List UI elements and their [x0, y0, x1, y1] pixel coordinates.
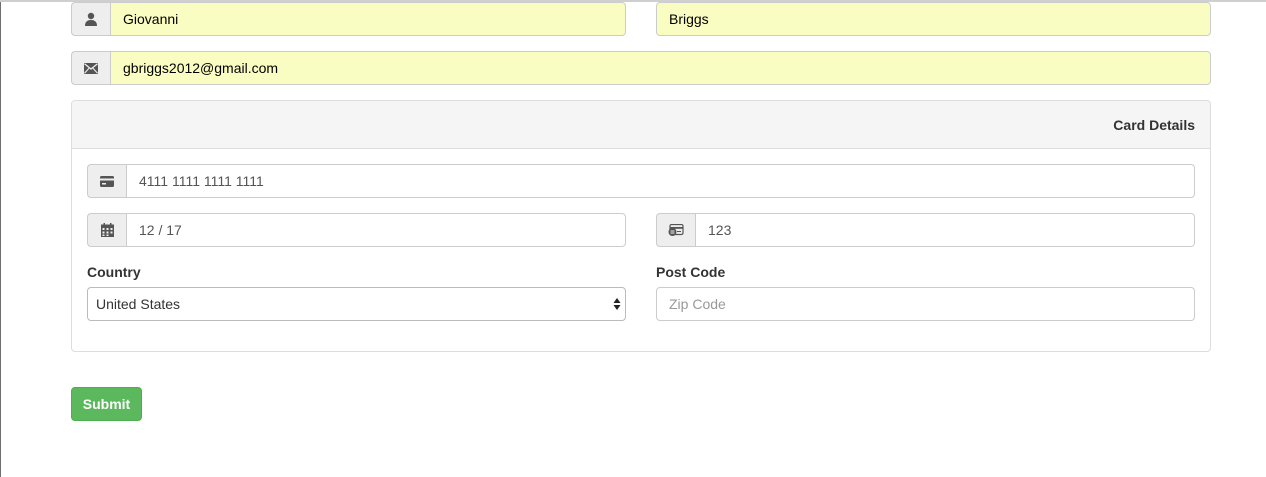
- email-input[interactable]: [110, 51, 1211, 85]
- email-group: [71, 51, 1211, 85]
- window-left-edge: [0, 0, 1, 477]
- country-label: Country: [87, 264, 141, 280]
- user-icon: [71, 2, 110, 36]
- submit-button[interactable]: Submit: [71, 387, 142, 421]
- first-name-group: [71, 2, 626, 36]
- cvc-group: [656, 213, 1195, 247]
- expiry-input[interactable]: [126, 213, 626, 247]
- postcode-label: Post Code: [656, 264, 726, 280]
- first-name-input[interactable]: [110, 2, 626, 36]
- select-arrows-icon: [613, 296, 621, 312]
- postcode-group: [656, 287, 1195, 321]
- last-name-group: [656, 2, 1211, 36]
- card-number-input[interactable]: [126, 164, 1195, 198]
- cvc-input[interactable]: [695, 213, 1195, 247]
- country-select[interactable]: United States: [87, 287, 626, 321]
- calendar-icon: [87, 213, 126, 247]
- postcode-input[interactable]: [656, 287, 1195, 321]
- credit-card-icon: [87, 164, 126, 198]
- country-select-value: United States: [96, 296, 181, 312]
- card-details-title: Card Details: [1113, 116, 1195, 133]
- cvc-card-icon: [656, 213, 695, 247]
- card-number-group: [87, 164, 1195, 198]
- envelope-icon: [71, 51, 110, 85]
- expiry-group: [87, 213, 626, 247]
- card-details-heading: Card Details: [72, 101, 1210, 149]
- last-name-input[interactable]: [656, 2, 1211, 36]
